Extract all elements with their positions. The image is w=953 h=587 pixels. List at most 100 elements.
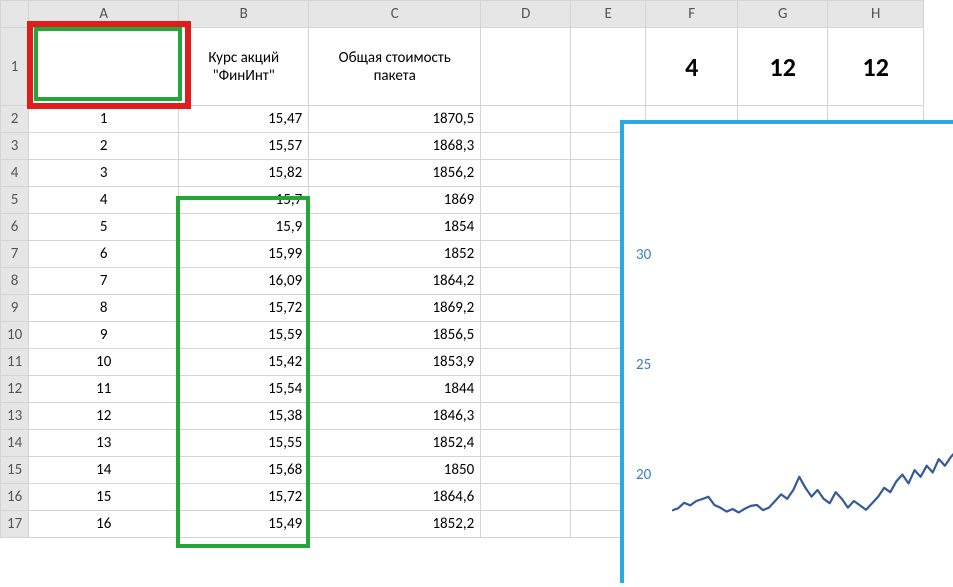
cell-C[interactable]: 1850 [309,457,481,484]
cell-E1[interactable] [571,28,646,106]
cell-B[interactable]: 15,49 [179,511,309,538]
cell-C[interactable]: 1852,2 [309,511,481,538]
row-header[interactable]: 3 [1,133,29,160]
cell-D[interactable] [481,403,571,430]
cell-D[interactable] [481,457,571,484]
col-header-H[interactable]: H [828,1,924,28]
cell-D1[interactable] [481,28,571,106]
cell-B[interactable]: 15,54 [179,376,309,403]
row-header[interactable]: 11 [1,349,29,376]
row-header[interactable]: 15 [1,457,29,484]
row-header[interactable]: 4 [1,160,29,187]
cell-B[interactable]: 16,09 [179,268,309,295]
cell-A[interactable]: 4 [29,187,179,214]
cell-B[interactable]: 15,72 [179,484,309,511]
col-header-G[interactable]: G [738,1,828,28]
row-header[interactable]: 2 [1,106,29,133]
cell-D[interactable] [481,187,571,214]
col-header-E[interactable]: E [571,1,646,28]
cell-C[interactable]: 1852,4 [309,430,481,457]
cell-A[interactable]: 9 [29,322,179,349]
cell-F1[interactable]: 4 [646,28,738,106]
cell-B[interactable]: 15,7 [179,187,309,214]
cell-D[interactable] [481,214,571,241]
col-header-A[interactable]: A [29,1,179,28]
cell-C1[interactable]: Общая стоимость пакета [309,28,481,106]
cell-A[interactable]: 13 [29,430,179,457]
col-header-D[interactable]: D [481,1,571,28]
select-all-corner[interactable] [1,1,29,28]
cell-A[interactable]: 15 [29,484,179,511]
cell-C[interactable]: 1846,3 [309,403,481,430]
row-header[interactable]: 9 [1,295,29,322]
cell-C[interactable]: 1869,2 [309,295,481,322]
row-header[interactable]: 13 [1,403,29,430]
embedded-chart[interactable]: 30 25 20 [620,120,953,583]
cell-B[interactable]: 15,47 [179,106,309,133]
cell-D[interactable] [481,511,571,538]
cell-D[interactable] [481,106,571,133]
row-header[interactable]: 16 [1,484,29,511]
cell-C[interactable]: 1864,2 [309,268,481,295]
cell-D[interactable] [481,268,571,295]
cell-A[interactable]: 12 [29,403,179,430]
cell-H1[interactable]: 12 [828,28,924,106]
cell-B[interactable]: 15,68 [179,457,309,484]
cell-B[interactable]: 15,42 [179,349,309,376]
cell-B[interactable]: 15,99 [179,241,309,268]
col-header-B[interactable]: B [179,1,309,28]
cell-B[interactable]: 15,82 [179,160,309,187]
cell-C[interactable]: 1856,5 [309,322,481,349]
cell-A[interactable]: 8 [29,295,179,322]
cell-A[interactable]: 16 [29,511,179,538]
cell-C[interactable]: 1868,3 [309,133,481,160]
cell-D[interactable] [481,241,571,268]
cell-D[interactable] [481,376,571,403]
cell-D[interactable] [481,322,571,349]
ytick-20: 20 [636,466,651,484]
cell-B1[interactable]: Курс акций "ФинИнт" [179,28,309,106]
cell-A[interactable]: 5 [29,214,179,241]
row-header[interactable]: 10 [1,322,29,349]
row-header[interactable]: 14 [1,430,29,457]
cell-D[interactable] [481,295,571,322]
row-header-1[interactable]: 1 [1,28,29,106]
cell-A1[interactable] [29,28,179,106]
cell-A[interactable]: 2 [29,133,179,160]
cell-B[interactable]: 15,59 [179,322,309,349]
cell-A[interactable]: 6 [29,241,179,268]
cell-D[interactable] [481,160,571,187]
row-header[interactable]: 8 [1,268,29,295]
row-header[interactable]: 12 [1,376,29,403]
cell-C[interactable]: 1864,6 [309,484,481,511]
cell-A[interactable]: 1 [29,106,179,133]
cell-A[interactable]: 3 [29,160,179,187]
cell-C[interactable]: 1852 [309,241,481,268]
cell-B[interactable]: 15,38 [179,403,309,430]
cell-C[interactable]: 1853,9 [309,349,481,376]
row-header[interactable]: 7 [1,241,29,268]
cell-C[interactable]: 1854 [309,214,481,241]
col-header-C[interactable]: C [309,1,481,28]
cell-D[interactable] [481,349,571,376]
cell-C[interactable]: 1869 [309,187,481,214]
cell-G1[interactable]: 12 [738,28,828,106]
row-header[interactable]: 5 [1,187,29,214]
cell-D[interactable] [481,430,571,457]
row-header[interactable]: 6 [1,214,29,241]
cell-A[interactable]: 10 [29,349,179,376]
cell-B[interactable]: 15,55 [179,430,309,457]
cell-B[interactable]: 15,9 [179,214,309,241]
cell-A[interactable]: 11 [29,376,179,403]
cell-C[interactable]: 1870,5 [309,106,481,133]
cell-D[interactable] [481,133,571,160]
cell-D[interactable] [481,484,571,511]
cell-B[interactable]: 15,72 [179,295,309,322]
cell-B[interactable]: 15,57 [179,133,309,160]
cell-C[interactable]: 1844 [309,376,481,403]
cell-C[interactable]: 1856,2 [309,160,481,187]
cell-A[interactable]: 7 [29,268,179,295]
cell-A[interactable]: 14 [29,457,179,484]
row-header[interactable]: 17 [1,511,29,538]
col-header-F[interactable]: F [646,1,738,28]
